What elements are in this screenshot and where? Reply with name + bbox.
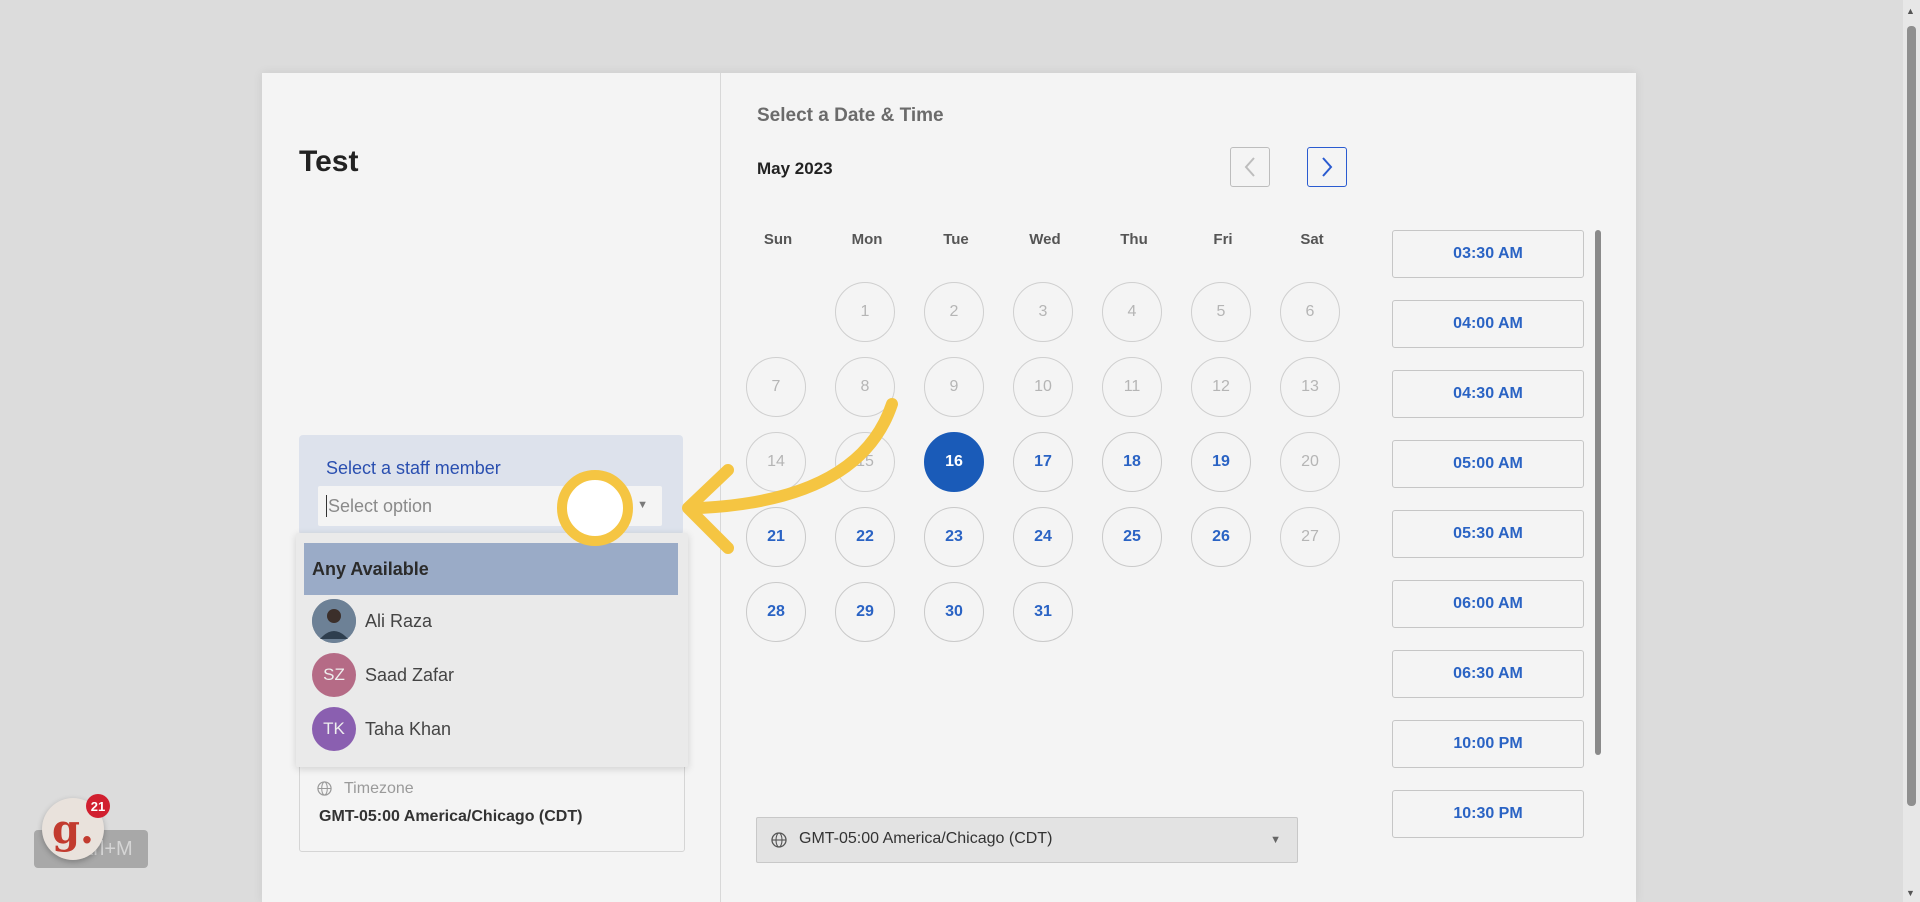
event-info-pane: Test Select a staff member Select option… bbox=[262, 73, 721, 902]
calendar-day-6: 6 bbox=[1280, 282, 1340, 342]
staff-option-label: Saad Zafar bbox=[365, 664, 455, 685]
next-month-button[interactable] bbox=[1307, 147, 1347, 187]
timezone-value: GMT-05:00 America/Chicago (CDT) bbox=[319, 808, 583, 825]
user-photo-icon bbox=[312, 599, 356, 643]
notification-count-badge: 21 bbox=[86, 794, 110, 818]
time-slot-button[interactable]: 03:30 AM bbox=[1392, 230, 1584, 278]
scroll-up-icon[interactable]: ▲ bbox=[1906, 6, 1915, 16]
staff-select-placeholder: Select option bbox=[328, 496, 433, 516]
event-title: Test bbox=[299, 145, 359, 178]
timezone-select-value: GMT-05:00 America/Chicago (CDT) bbox=[799, 830, 1053, 847]
calendar-day-17[interactable]: 17 bbox=[1013, 432, 1073, 492]
staff-selector-panel: Select a staff member Select option ▼ bbox=[299, 435, 683, 535]
time-slot-button[interactable]: 04:00 AM bbox=[1392, 300, 1584, 348]
time-slot-button[interactable]: 10:00 PM bbox=[1392, 720, 1584, 768]
avatar: TK bbox=[312, 707, 356, 751]
weekday-label: Fri bbox=[1213, 231, 1233, 248]
text-cursor bbox=[326, 495, 327, 517]
chevron-left-icon bbox=[1244, 157, 1255, 177]
time-slot-button[interactable]: 04:30 AM bbox=[1392, 370, 1584, 418]
calendar-day-23[interactable]: 23 bbox=[924, 507, 984, 567]
timezone-select[interactable]: GMT-05:00 America/Chicago (CDT) ▼ bbox=[756, 817, 1298, 863]
time-slot-button[interactable]: 06:00 AM bbox=[1392, 580, 1584, 628]
staff-option-ali-raza[interactable]: Ali Raza bbox=[304, 595, 678, 647]
calendar-day-19[interactable]: 19 bbox=[1191, 432, 1251, 492]
calendar-day-4: 4 bbox=[1102, 282, 1162, 342]
staff-option-label: Any Available bbox=[312, 558, 429, 579]
calendar-day-31[interactable]: 31 bbox=[1013, 582, 1073, 642]
calendar-day-2: 2 bbox=[924, 282, 984, 342]
staff-option-label: Ali Raza bbox=[365, 610, 433, 631]
page-background: Test Select a staff member Select option… bbox=[0, 0, 1920, 902]
staff-dropdown-menu: Any Available Ali Raza SZ Saad Zafar TK … bbox=[296, 533, 688, 767]
weekday-label: Thu bbox=[1120, 231, 1148, 248]
calendar-day-16[interactable]: 16 bbox=[924, 432, 984, 492]
scroll-down-icon[interactable]: ▼ bbox=[1906, 888, 1915, 898]
globe-icon bbox=[771, 832, 787, 848]
calendar-day-11: 11 bbox=[1102, 357, 1162, 417]
time-slot-list: 03:30 AM 04:00 AM 04:30 AM 05:00 AM 05:30 AM… bbox=[1392, 230, 1592, 838]
booking-card: Test Select a staff member Select option… bbox=[262, 73, 1636, 902]
avatar bbox=[312, 599, 356, 643]
calendar-day-8: 8 bbox=[835, 357, 895, 417]
calendar-day-29[interactable]: 29 bbox=[835, 582, 895, 642]
chevron-right-icon bbox=[1322, 157, 1333, 177]
calendar-day-28[interactable]: 28 bbox=[746, 582, 806, 642]
chevron-down-icon: ▼ bbox=[1270, 834, 1281, 846]
calendar-day-12: 12 bbox=[1191, 357, 1251, 417]
date-time-heading: Select a Date & Time bbox=[757, 105, 944, 126]
calendar-day-24[interactable]: 24 bbox=[1013, 507, 1073, 567]
weekday-label: Sat bbox=[1300, 231, 1324, 248]
staff-select-input[interactable]: Select option ▼ bbox=[318, 486, 662, 526]
calendar-day-3: 3 bbox=[1013, 282, 1073, 342]
time-slot-button[interactable]: 05:30 AM bbox=[1392, 510, 1584, 558]
chevron-down-icon[interactable]: ▼ bbox=[637, 499, 648, 511]
calendar-day-25[interactable]: 25 bbox=[1102, 507, 1162, 567]
staff-option-saad-zafar[interactable]: SZ Saad Zafar bbox=[304, 649, 678, 701]
weekday-label: Wed bbox=[1029, 231, 1061, 248]
staff-label: Select a staff member bbox=[326, 458, 501, 478]
guide-widget[interactable]: g. 21 bbox=[42, 794, 110, 862]
staff-option-any-available[interactable]: Any Available bbox=[304, 543, 678, 595]
calendar-day-26[interactable]: 26 bbox=[1191, 507, 1251, 567]
calendar-day-27: 27 bbox=[1280, 507, 1340, 567]
calendar-day-18[interactable]: 18 bbox=[1102, 432, 1162, 492]
scrollbar-thumb[interactable] bbox=[1907, 26, 1916, 806]
calendar-day-30[interactable]: 30 bbox=[924, 582, 984, 642]
timezone-label: Timezone bbox=[344, 780, 414, 797]
weekday-label: Mon bbox=[851, 231, 883, 248]
staff-option-taha-khan[interactable]: TK Taha Khan bbox=[304, 703, 678, 755]
month-label: May 2023 bbox=[757, 159, 833, 178]
avatar: SZ bbox=[312, 653, 356, 697]
calendar-day-1: 1 bbox=[835, 282, 895, 342]
calendar-day-14: 14 bbox=[746, 432, 806, 492]
page-scrollbar[interactable]: ▲ ▼ bbox=[1903, 0, 1920, 902]
time-slot-scrollbar[interactable] bbox=[1595, 230, 1601, 755]
time-slot-button[interactable]: 06:30 AM bbox=[1392, 650, 1584, 698]
calendar-day-9: 9 bbox=[924, 357, 984, 417]
staff-option-label: Taha Khan bbox=[365, 718, 452, 739]
calendar-day-7: 7 bbox=[746, 357, 806, 417]
calendar-day-10: 10 bbox=[1013, 357, 1073, 417]
calendar-day-20: 20 bbox=[1280, 432, 1340, 492]
prev-month-button[interactable] bbox=[1230, 147, 1270, 187]
globe-icon bbox=[317, 781, 332, 796]
calendar-day-13: 13 bbox=[1280, 357, 1340, 417]
timezone-panel: Timezone GMT-05:00 America/Chicago (CDT) bbox=[299, 763, 685, 852]
calendar-day-15: 15 bbox=[835, 432, 895, 492]
time-slot-button[interactable]: 05:00 AM bbox=[1392, 440, 1584, 488]
weekday-label: Sun bbox=[763, 231, 793, 248]
time-slot-button[interactable]: 10:30 PM bbox=[1392, 790, 1584, 838]
calendar-day-5: 5 bbox=[1191, 282, 1251, 342]
calendar-day-21[interactable]: 21 bbox=[746, 507, 806, 567]
calendar-day-22[interactable]: 22 bbox=[835, 507, 895, 567]
weekday-label: Tue bbox=[943, 231, 969, 248]
